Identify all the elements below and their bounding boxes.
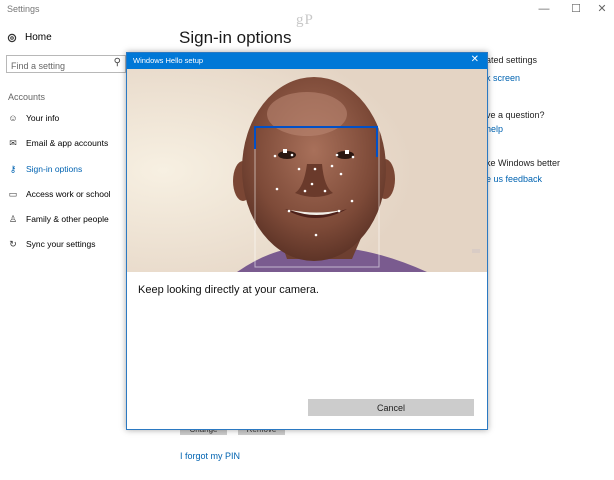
- dialog-titlebar: Windows Hello setup ✕: [127, 53, 487, 69]
- sidebar-item-label: Your info: [26, 113, 60, 123]
- maximize-button[interactable]: ☐: [568, 2, 584, 16]
- get-help-link[interactable]: help: [486, 124, 503, 134]
- sync-icon: ↻: [9, 238, 17, 249]
- face-photo: [127, 69, 487, 272]
- section-title-accounts: Accounts: [8, 92, 46, 102]
- sidebar-item-sync-settings[interactable]: ↻ Sync your settings: [8, 236, 95, 252]
- dialog-title: Windows Hello setup: [133, 56, 204, 65]
- question-heading: ve a question?: [486, 110, 545, 120]
- sidebar-item-sign-in-options[interactable]: ⚷ Sign-in options: [8, 161, 83, 177]
- instruction-text: Keep looking directly at your camera.: [138, 284, 319, 296]
- cancel-button[interactable]: Cancel: [308, 399, 474, 416]
- search-icon[interactable]: ⚲: [114, 57, 121, 68]
- sidebar-item-access-work-school[interactable]: ▭ Access work or school: [8, 186, 111, 202]
- sidebar-home[interactable]: Home: [7, 32, 52, 43]
- camera-preview: [127, 69, 487, 272]
- sidebar-item-label: Access work or school: [26, 189, 111, 199]
- forgot-pin-link[interactable]: I forgot my PIN: [180, 451, 240, 461]
- feedback-link[interactable]: e us feedback: [486, 174, 542, 184]
- window-title: Settings: [7, 4, 40, 14]
- sidebar-item-family-other-people[interactable]: ♙ Family & other people: [8, 211, 109, 227]
- person-card-icon: ☺: [8, 113, 18, 123]
- make-windows-better-heading: ke Windows better: [486, 158, 561, 168]
- watermark-logo: gP: [296, 12, 314, 28]
- mail-icon: ✉: [9, 137, 17, 148]
- home-label: Home: [25, 32, 52, 43]
- windows-hello-dialog: Windows Hello setup ✕ Keep looking direc…: [126, 52, 488, 430]
- sidebar-item-label: Sync your settings: [26, 239, 96, 249]
- close-window-button[interactable]: ✕: [594, 2, 610, 16]
- sidebar-item-email-app-accounts[interactable]: ✉ Email & app accounts: [8, 135, 108, 151]
- lock-screen-link[interactable]: k screen: [486, 73, 520, 83]
- sidebar-item-label: Email & app accounts: [26, 138, 109, 148]
- page-title: Sign-in options: [179, 28, 292, 47]
- sidebar-item-label: Sign-in options: [26, 164, 83, 174]
- sidebar-item-your-info[interactable]: ☺ Your info: [8, 110, 59, 126]
- search-input[interactable]: [11, 59, 107, 73]
- search-box[interactable]: ⚲: [6, 55, 126, 73]
- dialog-close-button[interactable]: ✕: [471, 54, 479, 65]
- sidebar-item-label: Family & other people: [26, 214, 109, 224]
- gear-icon: [7, 33, 17, 42]
- people-icon: ♙: [8, 213, 18, 224]
- related-settings-heading: ated settings: [486, 55, 538, 65]
- briefcase-icon: ▭: [8, 188, 18, 199]
- minimize-button[interactable]: —: [536, 2, 552, 16]
- key-icon: ⚷: [9, 163, 17, 174]
